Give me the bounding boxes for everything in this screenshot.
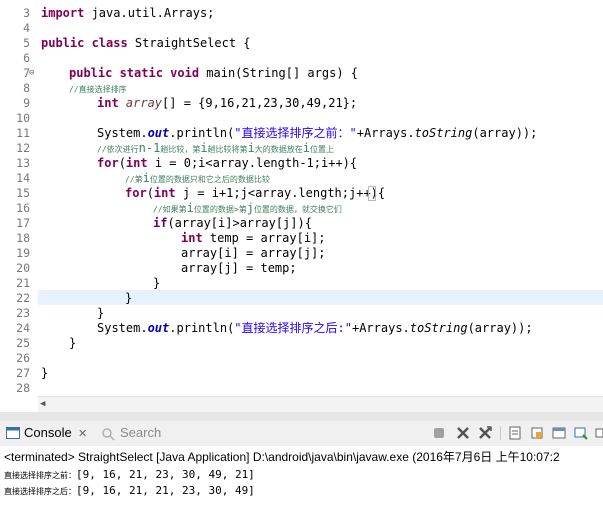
- code-line: import java.util.Arrays;: [41, 6, 215, 20]
- console-icon: [6, 427, 20, 439]
- line-number: 3: [23, 6, 30, 20]
- console-title: <terminated> StraightSelect [Java Applic…: [4, 450, 560, 464]
- line-number: 15: [16, 186, 30, 200]
- line-number: 14: [16, 171, 30, 185]
- code-line: for(int j = i+1;j<array.length;j++){: [125, 186, 386, 200]
- line-number: 19: [16, 246, 30, 260]
- fold-collapse-icon[interactable]: ⊖: [29, 68, 34, 78]
- code-line: }: [153, 276, 161, 290]
- console-output[interactable]: <terminated> StraightSelect [Java Applic…: [0, 446, 603, 530]
- line-number: 24: [16, 321, 30, 335]
- search-icon: [102, 428, 115, 441]
- pin-console-icon[interactable]: [552, 426, 566, 440]
- code-comment: //如果第i位置的数据>第j位置的数据，就交换它们: [153, 201, 342, 215]
- scroll-left-icon[interactable]: ◀: [40, 399, 45, 409]
- line-number: 20: [16, 261, 30, 275]
- line-number: 7: [23, 66, 30, 80]
- code-comment: //依次进行n-1趟比较，第i趟比较将第i大的数据放在i位置上: [97, 141, 335, 155]
- line-number: 16: [16, 201, 30, 215]
- console-toolbar: Console ✕ Search: [0, 421, 603, 447]
- code-line: System.out.println("直接选择排序之后:"+Arrays.to…: [97, 321, 533, 335]
- line-number: 18: [16, 231, 30, 245]
- open-console-icon[interactable]: [595, 426, 603, 440]
- line-number: 5: [23, 36, 30, 50]
- code-comment: //直接选择排序: [69, 85, 127, 94]
- line-number: 12: [16, 141, 30, 155]
- line-number: 9: [23, 96, 30, 110]
- remove-launch-icon[interactable]: [456, 426, 470, 440]
- line-number: 6: [23, 51, 30, 65]
- line-number: 11: [16, 126, 30, 140]
- line-number: 25: [16, 336, 30, 350]
- terminate-icon[interactable]: [434, 428, 444, 438]
- display-console-icon[interactable]: [574, 426, 588, 440]
- scroll-lock-icon[interactable]: [530, 426, 544, 440]
- line-number: 4: [23, 21, 30, 35]
- line-number: 26: [16, 351, 30, 365]
- line-number: 8: [23, 81, 30, 95]
- code-line: for(int i = 0;i<array.length-1;i++){: [97, 156, 358, 170]
- line-number: 27: [16, 366, 30, 380]
- bracket-match-marker: [368, 186, 376, 201]
- code-comment: //第i位置的数据只和它之后的数据比较: [125, 171, 270, 185]
- line-number: 17: [16, 216, 30, 230]
- tab-search[interactable]: Search: [120, 425, 161, 440]
- code-line: }: [69, 336, 77, 350]
- code-line: System.out.println("直接选择排序之前："+Arrays.to…: [97, 126, 538, 140]
- tab-console[interactable]: Console: [24, 425, 72, 440]
- code-line: public class StraightSelect {: [41, 36, 251, 50]
- console-line: 直接选择排序之前：[9, 16, 21, 23, 30, 49, 21]: [4, 468, 255, 481]
- code-line: int temp = array[i];: [181, 231, 326, 245]
- line-number: 21: [16, 276, 30, 290]
- code-line: array[i] = array[j];: [181, 246, 326, 260]
- code-line: public static void main(String[] args) {: [69, 66, 358, 80]
- line-number-gutter: 3 4 5 6 7 8 9 10 11 12 13 14 15 16 17 18…: [0, 0, 38, 396]
- line-number: 10: [16, 111, 30, 125]
- clear-console-icon[interactable]: [508, 426, 522, 440]
- code-line: }: [41, 366, 49, 380]
- line-number: 23: [16, 306, 30, 320]
- toolbar-separator: [500, 426, 501, 440]
- code-line: }: [125, 291, 133, 305]
- remove-all-terminated-icon[interactable]: [478, 426, 492, 440]
- line-number: 13: [16, 156, 30, 170]
- current-line-highlight: [38, 290, 603, 305]
- line-number: 22: [16, 291, 30, 305]
- close-tab-icon[interactable]: ✕: [78, 427, 87, 440]
- code-line: int array[] = {9,16,21,23,30,49,21};: [97, 96, 358, 110]
- horizontal-scrollbar[interactable]: ◀: [38, 396, 603, 413]
- code-line: }: [97, 306, 105, 320]
- code-line: if(array[i]>array[j]){: [153, 216, 312, 230]
- code-line: array[j] = temp;: [181, 261, 297, 275]
- line-number: 28: [16, 381, 30, 395]
- console-line: 直接选择排序之后：[9, 16, 21, 21, 23, 30, 49]: [4, 484, 255, 497]
- code-editor[interactable]: 3 4 5 6 7 8 9 10 11 12 13 14 15 16 17 18…: [0, 0, 603, 396]
